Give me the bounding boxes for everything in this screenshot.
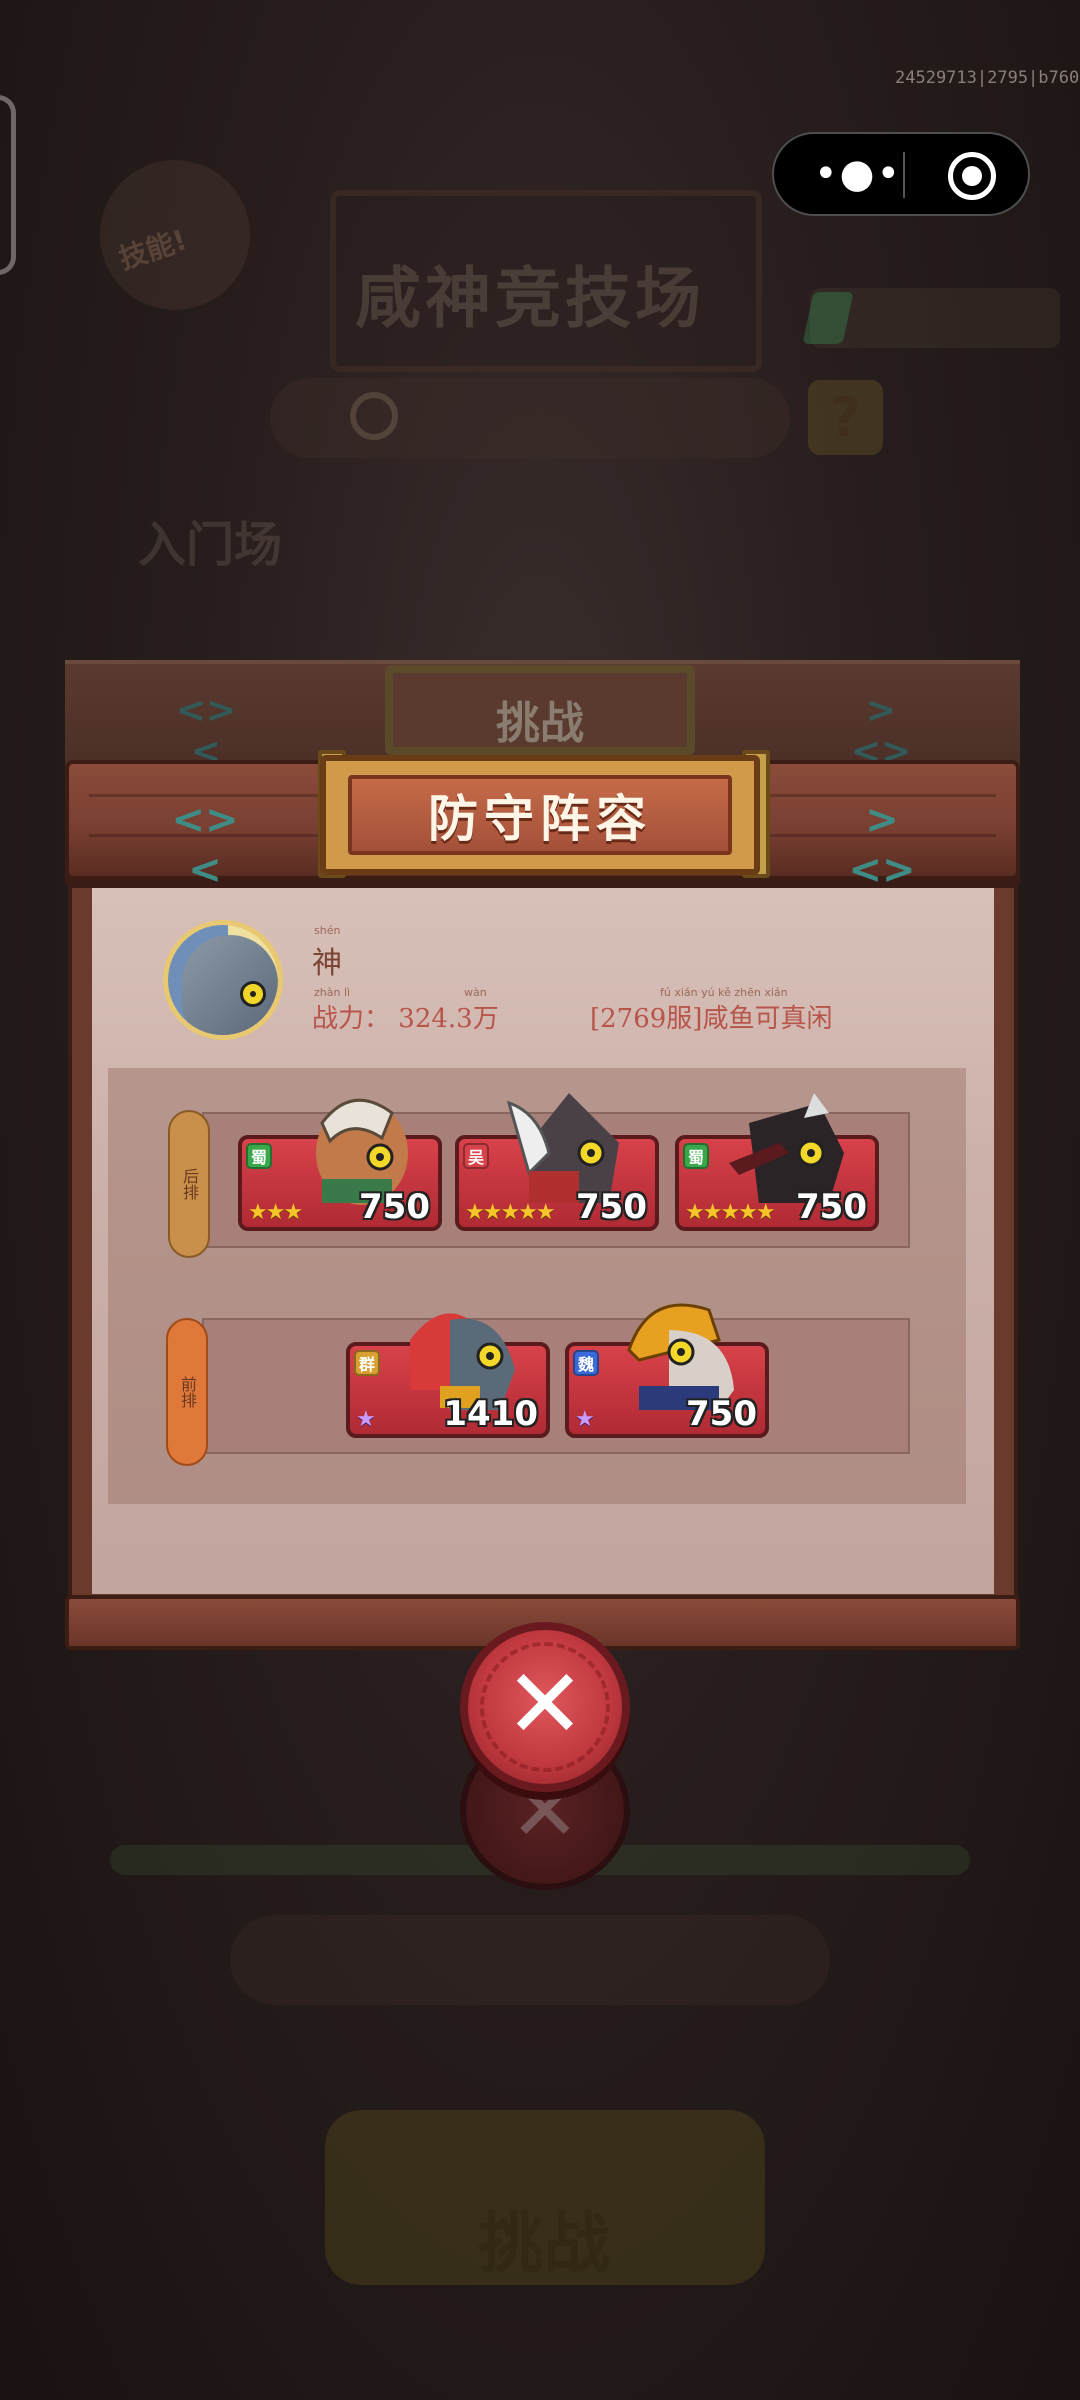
target-circle-icon[interactable]	[948, 152, 996, 200]
star-rating: ★	[575, 1407, 595, 1432]
player-power: 战力： 324.3万	[312, 998, 499, 1035]
star-rating: ★★★★★	[465, 1200, 556, 1225]
dialog-title-plate: 防守阵容	[320, 755, 760, 875]
front-row-label: 前排	[166, 1318, 208, 1466]
star-rating: ★★★★★	[685, 1200, 776, 1225]
fish-icon: ><>	[848, 797, 916, 893]
bg-clock-icon	[350, 392, 398, 440]
fish-icon: <><	[171, 797, 239, 893]
player-avatar	[163, 920, 283, 1040]
hero-power: 750	[359, 1187, 430, 1227]
faction-badge: 蜀	[683, 1143, 709, 1169]
name-pinyin: shén	[314, 924, 341, 937]
back-row-label: 后排	[168, 1110, 210, 1258]
miniprogram-capsule: •●•	[772, 132, 1030, 216]
hero-power: 750	[576, 1187, 647, 1227]
capsule-divider	[903, 152, 905, 198]
faction-badge: 蜀	[246, 1143, 272, 1169]
left-edge-frame	[0, 95, 16, 275]
faction-badge: 吴	[463, 1143, 489, 1169]
power-value: 324.3万	[398, 1004, 499, 1034]
back-dialog-title: 挑战	[496, 698, 584, 749]
hero-card[interactable]: 蜀 ★★★★★ 750	[675, 1093, 879, 1231]
star-rating: ★	[356, 1407, 376, 1432]
hero-power: 1410	[443, 1394, 538, 1434]
bg-season-bar	[270, 378, 790, 458]
hero-card[interactable]: 魏 ★ 750	[565, 1303, 769, 1438]
faction-badge: 群	[354, 1350, 380, 1376]
hero-card[interactable]: 蜀 ★★★ 750	[238, 1098, 442, 1231]
star-rating: ★★★	[248, 1200, 303, 1225]
fish-icon: ><>	[850, 690, 912, 772]
debug-id-text: 24529713|2795|b760	[895, 68, 1080, 88]
player-name: 神	[312, 946, 342, 981]
player-server-name: [2769服]咸鱼可真闲	[590, 1004, 833, 1034]
close-button[interactable]: ✕	[460, 1622, 630, 1792]
close-x-icon: ✕	[504, 1648, 586, 1760]
dialog-title-inner: 防守阵容	[348, 775, 732, 855]
fish-icon: <><	[175, 690, 237, 772]
hero-power: 750	[796, 1187, 867, 1227]
dialog-title: 防守阵容	[428, 790, 652, 848]
front-row-strip	[202, 1318, 910, 1454]
bg-rank-label: 入门场	[138, 517, 283, 573]
bg-challenge-label: 挑战	[478, 2205, 610, 2282]
bg-opponent-row	[230, 1915, 830, 2005]
hero-power: 750	[686, 1394, 757, 1434]
back-dialog-tab: 挑战	[385, 665, 695, 755]
hero-card[interactable]: 吴 ★★★★★ 750	[455, 1093, 659, 1231]
bg-arena-title: 咸神竞技场	[355, 260, 705, 337]
more-dots-icon[interactable]: •●•	[814, 154, 900, 196]
power-label: 战力：	[312, 1004, 391, 1034]
bg-help-icon: ?	[808, 380, 883, 455]
hero-card[interactable]: 群 ★ 1410	[346, 1313, 550, 1438]
faction-badge: 魏	[573, 1350, 599, 1376]
